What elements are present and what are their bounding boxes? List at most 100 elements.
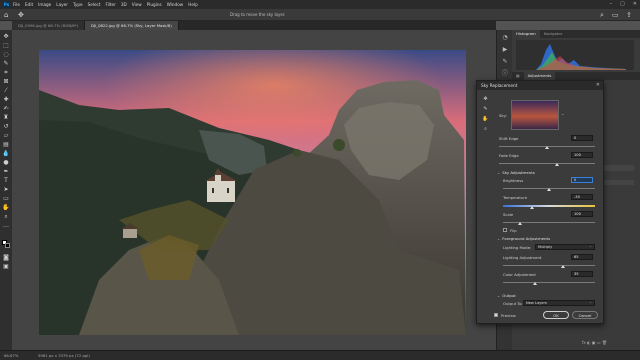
dodge-icon[interactable]: ● bbox=[2, 159, 10, 166]
crop-icon[interactable]: ⌗ bbox=[2, 69, 10, 76]
color-adjustment-slider[interactable] bbox=[503, 282, 595, 283]
sky-dropdown-icon[interactable]: ⌄ bbox=[561, 111, 564, 116]
screen-mode-icon[interactable]: ▣ bbox=[2, 263, 10, 270]
tab-adjustments[interactable]: Adjustments bbox=[523, 72, 556, 80]
close-icon[interactable]: ✕ bbox=[596, 81, 600, 90]
menu-layer[interactable]: Layer bbox=[56, 2, 68, 7]
menu-view[interactable]: View bbox=[132, 2, 142, 7]
type-icon[interactable]: T bbox=[2, 177, 10, 184]
tab-dji-0958[interactable]: DJI_0958.jpg @ 66.7% (RGB/8*) bbox=[12, 21, 86, 30]
lighting-adjustment-slider[interactable] bbox=[503, 265, 595, 266]
history-brush-icon[interactable]: ↺ bbox=[2, 123, 10, 130]
shift-edge-thumb[interactable] bbox=[545, 146, 549, 149]
info-icon[interactable]: ⓘ bbox=[501, 70, 509, 78]
more-tools-icon[interactable]: … bbox=[2, 222, 10, 229]
adjustments-tabs: ▦ Adjustments bbox=[512, 72, 640, 80]
fx-icon[interactable]: fx ◐ ▣ ▭ 🗑 bbox=[582, 340, 607, 345]
pen-icon[interactable]: ✒ bbox=[2, 168, 10, 175]
play-icon[interactable]: ▶ bbox=[501, 46, 509, 54]
sky-adjustments-section[interactable]: Sky Adjustments bbox=[497, 170, 535, 175]
menu-type[interactable]: Type bbox=[73, 2, 83, 7]
maximize-icon[interactable]: ▢ bbox=[620, 1, 625, 7]
preview-checkbox[interactable] bbox=[494, 313, 498, 317]
marquee-icon[interactable]: ⬚ bbox=[2, 42, 10, 49]
quick-mask-icon[interactable]: ◙ bbox=[2, 254, 10, 261]
scale-field[interactable]: 100 bbox=[571, 211, 593, 217]
move-sky-icon[interactable]: ✥ bbox=[482, 96, 489, 103]
color-adjustment-thumb[interactable] bbox=[533, 282, 538, 285]
minimize-icon[interactable]: – bbox=[610, 1, 613, 7]
shift-edge-label: Shift Edge bbox=[499, 136, 519, 141]
eraser-icon[interactable]: ▱ bbox=[2, 132, 10, 139]
temperature-field[interactable]: -30 bbox=[571, 194, 593, 200]
frame-icon[interactable]: ⊠ bbox=[2, 78, 10, 85]
path-select-icon[interactable]: ➤ bbox=[2, 186, 10, 193]
rectangle-icon[interactable]: ▭ bbox=[2, 195, 10, 202]
fade-edge-slider[interactable] bbox=[499, 163, 595, 164]
blur-icon[interactable]: 💧 bbox=[2, 150, 10, 157]
sky-preset-thumbnail[interactable] bbox=[511, 100, 559, 130]
fade-edge-thumb[interactable] bbox=[554, 163, 559, 166]
menu-edit[interactable]: Edit bbox=[25, 2, 33, 7]
zoom-icon[interactable]: ⌕ bbox=[2, 213, 10, 220]
flip-checkbox[interactable] bbox=[503, 228, 507, 232]
fade-edge-field[interactable]: 100 bbox=[571, 152, 593, 158]
menu-file[interactable]: File bbox=[13, 2, 20, 7]
document-canvas-photo[interactable] bbox=[39, 50, 466, 335]
color-adjustment-field[interactable]: 35 bbox=[571, 271, 593, 277]
healing-icon[interactable]: ✚ bbox=[2, 96, 10, 103]
search-icon[interactable]: ⌕ bbox=[600, 11, 608, 19]
tab-navigator[interactable]: Navigator bbox=[540, 30, 567, 38]
brush-icon[interactable]: ✍ bbox=[2, 105, 10, 112]
temperature-label: Temperature bbox=[503, 195, 528, 200]
lighting-adjustment-thumb[interactable] bbox=[560, 265, 565, 268]
tools-panel: ✥ ⬚ ◌ ✎ ⌗ ⊠ ⁄ ✚ ✍ ♜ ↺ ▱ ▤ 💧 ● ✒ T ➤ ▭ ✋ … bbox=[0, 30, 12, 350]
close-icon[interactable]: ✕ bbox=[633, 1, 637, 7]
output-to-select[interactable]: New Layers bbox=[523, 300, 595, 306]
hand-icon[interactable]: ✋ bbox=[482, 116, 489, 123]
gradient-icon[interactable]: ▤ bbox=[2, 141, 10, 148]
menu-plugins[interactable]: Plugins bbox=[147, 2, 162, 7]
brightness-field[interactable]: 0 bbox=[571, 177, 593, 183]
lasso-icon[interactable]: ◌ bbox=[2, 51, 10, 58]
output-section[interactable]: Output bbox=[497, 293, 516, 298]
brightness-thumb[interactable] bbox=[547, 188, 551, 191]
menu-filter[interactable]: Filter bbox=[105, 2, 115, 7]
shift-edge-field[interactable]: 0 bbox=[571, 135, 593, 141]
menu-help[interactable]: Help bbox=[188, 2, 198, 7]
brush-settings-icon[interactable]: ✎ bbox=[501, 58, 509, 66]
stamp-icon[interactable]: ♜ bbox=[2, 114, 10, 121]
history-icon[interactable]: ◔ bbox=[501, 34, 509, 42]
preview-label: Preview bbox=[501, 313, 516, 318]
background-color-swatch[interactable] bbox=[5, 243, 10, 248]
home-icon[interactable]: ⌂ bbox=[4, 11, 12, 19]
histogram-graph bbox=[516, 40, 634, 70]
tab-dji-0822[interactable]: DJI_0822.jpg @ 66.7% (Sky, Layer Mask/8) bbox=[85, 21, 179, 30]
lighting-mode-select[interactable]: Multiply bbox=[535, 244, 595, 250]
eyedropper-icon[interactable]: ⁄ bbox=[2, 87, 10, 94]
quick-select-icon[interactable]: ✎ bbox=[2, 60, 10, 67]
status-bar: 66.67% 5961 px x 3379 px (72 ppi) bbox=[0, 350, 640, 360]
ok-button[interactable]: OK bbox=[543, 311, 569, 319]
temperature-slider[interactable] bbox=[503, 205, 595, 207]
foreground-adjustments-section[interactable]: Foreground Adjustments bbox=[497, 236, 550, 241]
temperature-thumb[interactable] bbox=[530, 206, 535, 209]
sky-brush-icon[interactable]: ✎ bbox=[482, 106, 489, 113]
menu-image[interactable]: Image bbox=[38, 2, 51, 7]
move-icon[interactable]: ✥ bbox=[2, 33, 10, 40]
lighting-adjustment-field[interactable]: 65 bbox=[571, 254, 593, 260]
dialog-title: Sky Replacement bbox=[477, 81, 603, 90]
workspace-icon[interactable]: ▭ bbox=[612, 11, 620, 19]
menu-3d[interactable]: 3D bbox=[121, 2, 127, 7]
move-tool-icon[interactable]: ✥ bbox=[18, 11, 26, 19]
tab-libraries[interactable]: ▦ bbox=[512, 72, 524, 80]
hand-icon[interactable]: ✋ bbox=[2, 204, 10, 211]
scale-thumb[interactable] bbox=[517, 222, 522, 225]
share-icon[interactable]: ⇪ bbox=[626, 11, 634, 19]
scale-label: Scale bbox=[503, 212, 514, 217]
zoom-icon[interactable]: ⌕ bbox=[482, 126, 489, 133]
tab-histogram[interactable]: Histogram bbox=[512, 30, 540, 38]
menu-window[interactable]: Window bbox=[167, 2, 184, 7]
menu-select[interactable]: Select bbox=[88, 2, 101, 7]
cancel-button[interactable]: Cancel bbox=[572, 311, 598, 319]
